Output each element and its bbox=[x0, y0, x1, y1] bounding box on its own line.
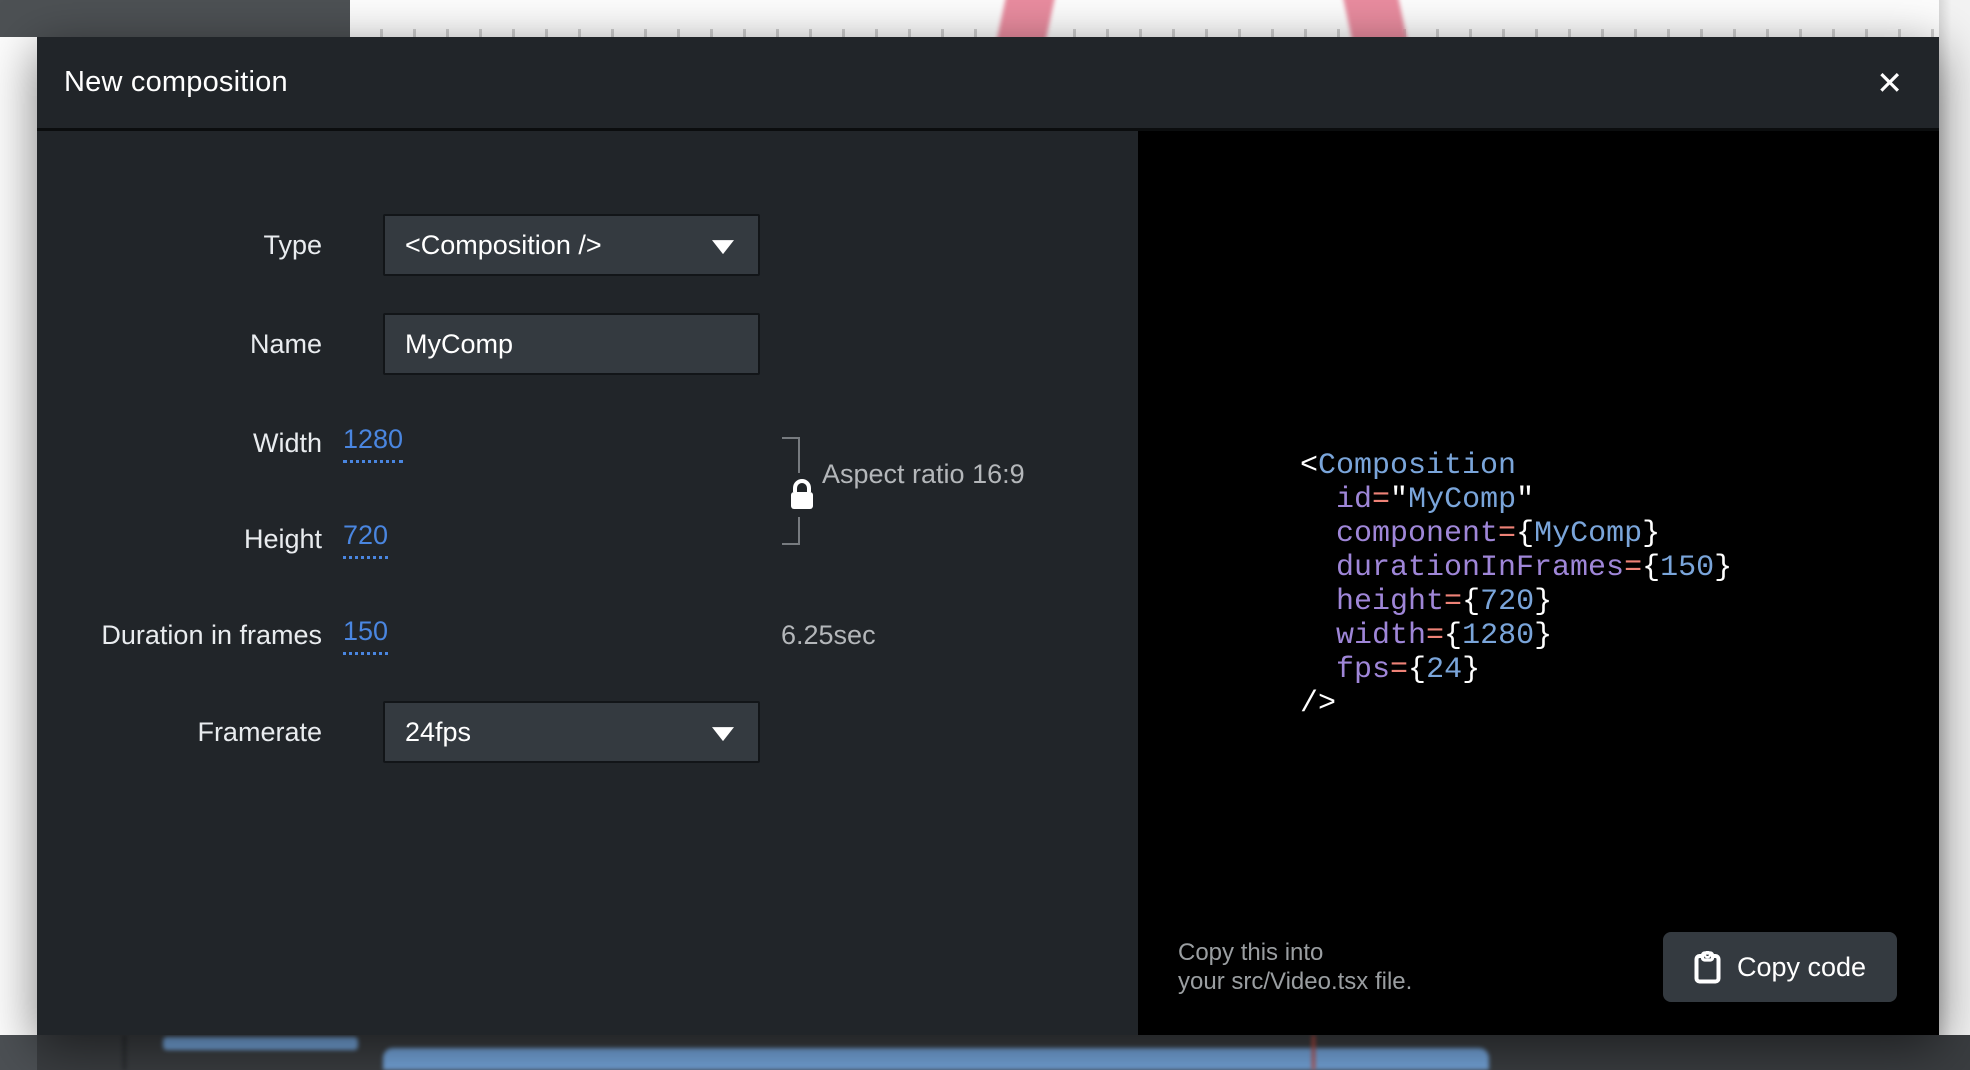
type-row: Type <Composition /> bbox=[37, 214, 1138, 276]
background-ruler bbox=[350, 29, 1970, 37]
duration-row: Duration in frames 150 6.25sec bbox=[37, 604, 1138, 666]
duration-value[interactable]: 150 bbox=[343, 616, 388, 655]
type-dropdown[interactable]: <Composition /> bbox=[383, 214, 760, 276]
close-icon[interactable]: ✕ bbox=[1876, 67, 1903, 99]
background-timeline-divider bbox=[123, 1035, 126, 1070]
code-line: durationInFrames={150} bbox=[1300, 551, 1732, 585]
framerate-dropdown[interactable]: 24fps bbox=[383, 701, 760, 763]
copy-hint-text: Copy this into your src/Video.tsx file. bbox=[1178, 938, 1412, 996]
duration-label: Duration in frames bbox=[37, 620, 322, 651]
clipboard-icon bbox=[1694, 951, 1721, 984]
background-toolbar-block bbox=[0, 0, 350, 37]
code-line: height={720} bbox=[1300, 585, 1732, 619]
code-preview: <Composition id="MyComp" component={MyCo… bbox=[1300, 449, 1732, 721]
code-preview-panel: <Composition id="MyComp" component={MyCo… bbox=[1138, 131, 1939, 1035]
framerate-label: Framerate bbox=[37, 717, 322, 748]
code-line: width={1280} bbox=[1300, 619, 1732, 653]
dialog-body: Type <Composition /> Name Width 1280 Hei… bbox=[37, 131, 1939, 1035]
lock-icon bbox=[787, 473, 817, 517]
code-line: fps={24} bbox=[1300, 653, 1732, 687]
background-timeline-pill bbox=[163, 1037, 358, 1050]
code-line: component={MyComp} bbox=[1300, 517, 1732, 551]
background-timeline-left-strip bbox=[0, 1035, 37, 1070]
background-playhead bbox=[1312, 1035, 1315, 1070]
name-row: Name bbox=[37, 313, 1138, 375]
code-line: id="MyComp" bbox=[1300, 483, 1732, 517]
copy-code-button[interactable]: Copy code bbox=[1663, 932, 1897, 1002]
copy-hint-line2: your src/Video.tsx file. bbox=[1178, 967, 1412, 996]
framerate-row: Framerate 24fps bbox=[37, 701, 1138, 763]
width-value[interactable]: 1280 bbox=[343, 424, 403, 463]
new-composition-dialog: New composition ✕ Type <Composition /> N… bbox=[37, 37, 1939, 1035]
aspect-ratio-label: Aspect ratio 16:9 bbox=[822, 459, 1025, 490]
copy-hint-line1: Copy this into bbox=[1178, 938, 1412, 967]
background-timeline bbox=[0, 1035, 1970, 1070]
code-line: /> bbox=[1300, 687, 1732, 721]
aspect-ratio-group: Aspect ratio 16:9 bbox=[782, 437, 1122, 545]
framerate-dropdown-value: 24fps bbox=[405, 717, 471, 748]
width-label: Width bbox=[37, 428, 322, 459]
code-line: <Composition bbox=[1300, 449, 1732, 483]
height-label: Height bbox=[37, 524, 322, 555]
name-input[interactable] bbox=[383, 313, 760, 375]
duration-seconds: 6.25sec bbox=[781, 620, 876, 651]
composition-form: Type <Composition /> Name Width 1280 Hei… bbox=[37, 131, 1138, 1035]
height-value[interactable]: 720 bbox=[343, 520, 388, 559]
type-label: Type bbox=[37, 230, 322, 261]
background-app-top bbox=[0, 0, 1970, 37]
name-label: Name bbox=[37, 329, 322, 360]
dialog-header: New composition ✕ bbox=[37, 37, 1939, 131]
chevron-down-icon bbox=[712, 727, 734, 741]
type-dropdown-value: <Composition /> bbox=[405, 230, 602, 261]
chevron-down-icon bbox=[712, 240, 734, 254]
background-right-ruler-strip bbox=[1939, 0, 1970, 1070]
code-footer: Copy this into your src/Video.tsx file. … bbox=[1178, 931, 1897, 1003]
dialog-title: New composition bbox=[64, 66, 288, 99]
background-timeline-track bbox=[383, 1048, 1489, 1070]
copy-code-label: Copy code bbox=[1737, 952, 1866, 983]
